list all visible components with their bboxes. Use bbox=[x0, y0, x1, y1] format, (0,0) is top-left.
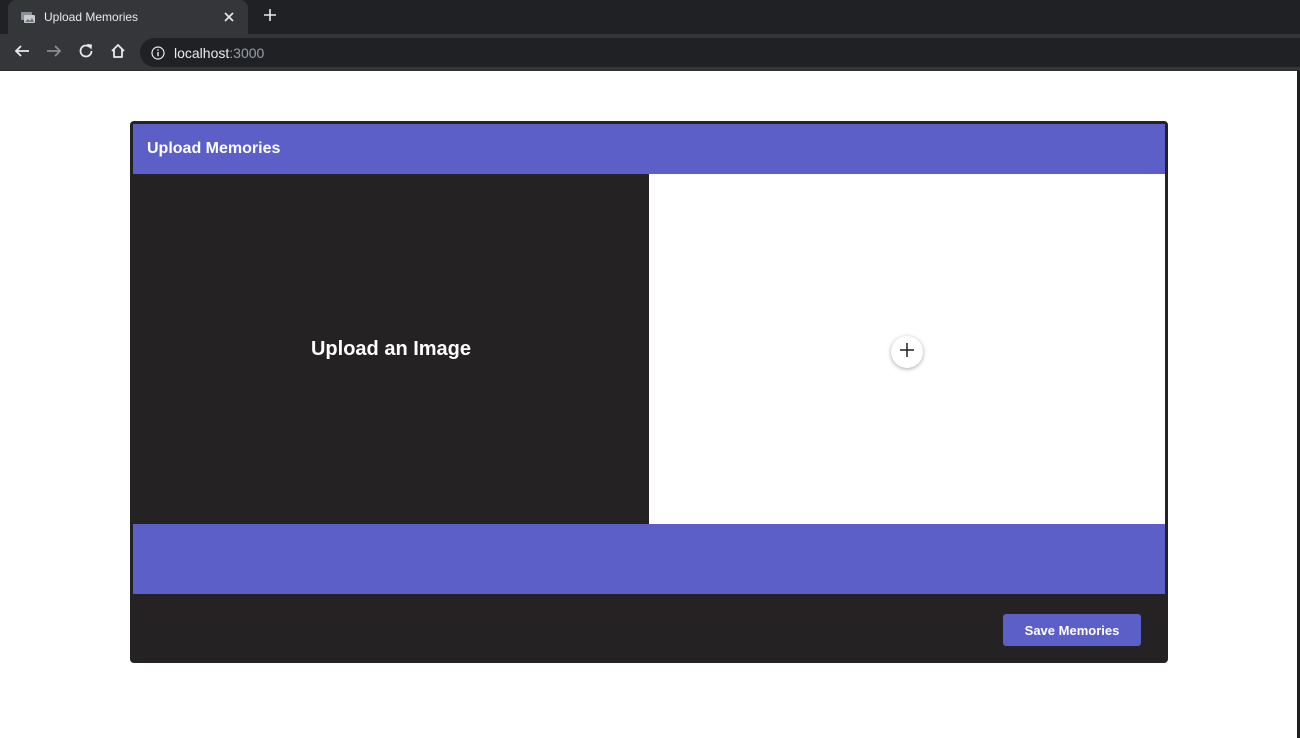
add-image-button[interactable] bbox=[891, 336, 923, 368]
image-preview-area bbox=[649, 174, 1165, 524]
forward-button[interactable] bbox=[41, 40, 67, 66]
card-footer: Save Memories bbox=[133, 594, 1165, 660]
photo-stack-icon bbox=[20, 9, 36, 25]
new-tab-button[interactable] bbox=[258, 5, 282, 29]
reload-icon bbox=[78, 43, 94, 64]
browser-tab[interactable]: Upload Memories bbox=[8, 0, 248, 34]
tab-title: Upload Memories bbox=[44, 10, 139, 24]
url-host: localhost bbox=[174, 44, 230, 61]
url-port: :3000 bbox=[229, 44, 265, 61]
browser-toolbar: localhost:3000 bbox=[0, 34, 1300, 71]
arrow-right-icon bbox=[46, 43, 62, 64]
upload-prompt: Upload an Image bbox=[310, 337, 472, 360]
upload-card: Upload Memories Upload an Image Save Mem… bbox=[130, 121, 1168, 663]
address-bar[interactable]: localhost:3000 bbox=[140, 38, 1300, 67]
browser-tab-strip: Upload Memories bbox=[0, 0, 1300, 34]
home-button[interactable] bbox=[105, 40, 131, 66]
back-button[interactable] bbox=[9, 40, 35, 66]
arrow-left-icon bbox=[14, 43, 30, 64]
plus-icon bbox=[263, 8, 277, 27]
save-memories-button[interactable]: Save Memories bbox=[1003, 614, 1141, 646]
reload-button[interactable] bbox=[73, 40, 99, 66]
card-title: Upload Memories bbox=[147, 140, 281, 157]
close-icon[interactable] bbox=[220, 8, 238, 26]
home-icon bbox=[110, 43, 126, 64]
card-header: Upload Memories bbox=[133, 124, 1165, 174]
info-icon[interactable] bbox=[150, 45, 166, 61]
upload-image-area[interactable]: Upload an Image bbox=[133, 174, 649, 524]
card-accent-strip bbox=[133, 524, 1165, 594]
plus-icon bbox=[899, 342, 915, 363]
